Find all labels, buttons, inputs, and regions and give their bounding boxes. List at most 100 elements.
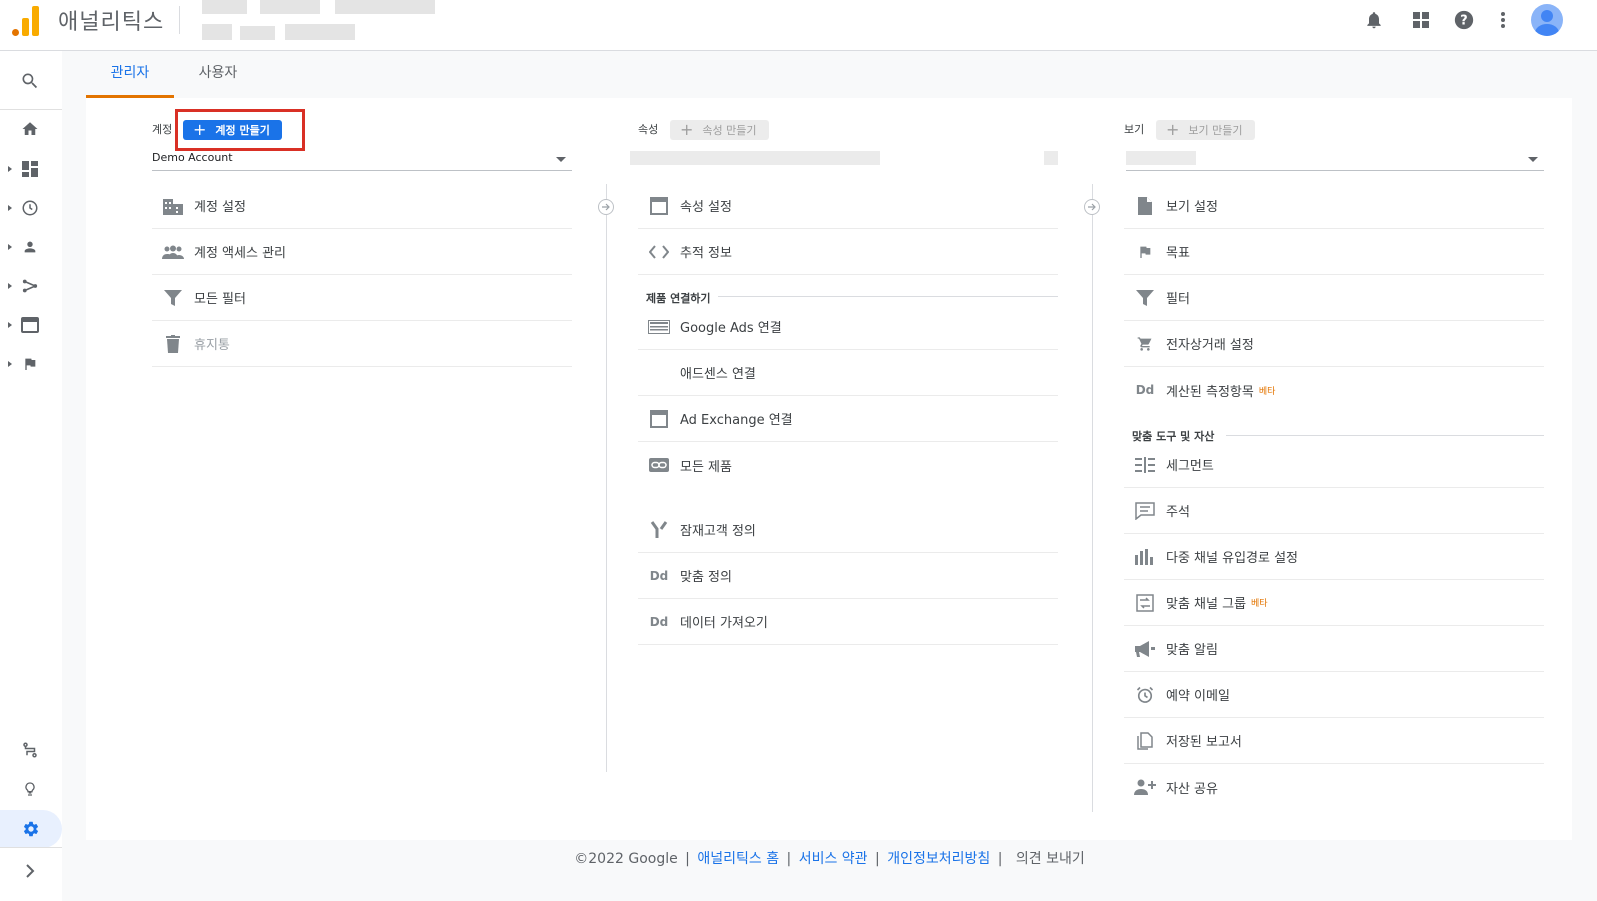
channel-group-icon bbox=[1124, 593, 1166, 612]
admin-panel: 계정 + 계정 만들기 Demo Account 계정 설정 계정 액세스 관리… bbox=[86, 98, 1572, 840]
attribution-icon[interactable] bbox=[14, 734, 46, 766]
person-icon[interactable] bbox=[14, 231, 46, 263]
mcf-settings-item[interactable]: 다중 채널 유입경로 설정 bbox=[1124, 534, 1544, 580]
custom-alerts-item[interactable]: 맞춤 알림 bbox=[1124, 626, 1544, 672]
all-products-item[interactable]: 모든 제품 bbox=[638, 442, 1058, 488]
expand-caret-icon[interactable] bbox=[8, 283, 12, 289]
view-selector[interactable] bbox=[1126, 151, 1544, 171]
account-access-item[interactable]: 계정 액세스 관리 bbox=[152, 229, 572, 275]
create-view-button[interactable]: + 보기 만들기 bbox=[1156, 120, 1255, 140]
people-icon bbox=[152, 245, 194, 259]
dashboard-icon[interactable] bbox=[14, 153, 46, 185]
property-settings-item[interactable]: 속성 설정 bbox=[638, 183, 1058, 229]
account-selector[interactable]: Demo Account bbox=[152, 151, 572, 171]
bell-icon[interactable] bbox=[1363, 9, 1385, 31]
account-settings-item[interactable]: 계정 설정 bbox=[152, 183, 572, 229]
expand-caret-icon[interactable] bbox=[8, 322, 12, 328]
tracking-info-item[interactable]: 추적 정보 bbox=[638, 229, 1058, 275]
more-vert-icon[interactable] bbox=[1492, 9, 1514, 31]
expand-caret-icon[interactable] bbox=[8, 244, 12, 250]
flag-icon bbox=[1124, 243, 1166, 261]
saved-reports-item[interactable]: 저장된 보고서 bbox=[1124, 718, 1544, 764]
app-title[interactable]: 애널리틱스 bbox=[58, 4, 164, 36]
data-import-item[interactable]: Dd 데이터 가져오기 bbox=[638, 599, 1058, 645]
scheduled-emails-item[interactable]: 예약 이메일 bbox=[1124, 672, 1544, 718]
property-selector[interactable] bbox=[630, 151, 1058, 171]
annotations-item[interactable]: 주석 bbox=[1124, 488, 1544, 534]
section-divider bbox=[1226, 435, 1544, 436]
window-icon bbox=[638, 196, 680, 215]
file-icon bbox=[1124, 196, 1166, 215]
segments-item[interactable]: 세그먼트 bbox=[1124, 442, 1544, 488]
home-icon[interactable] bbox=[14, 113, 46, 145]
ecommerce-settings-item[interactable]: 전자상거래 설정 bbox=[1124, 321, 1544, 367]
expand-caret-icon[interactable] bbox=[8, 205, 12, 211]
arrow-right-icon bbox=[1084, 199, 1100, 215]
google-ads-link-item[interactable]: Google Ads 연결 bbox=[638, 304, 1058, 350]
svg-text:?: ? bbox=[1460, 14, 1467, 29]
property-column-label: 속성 bbox=[638, 123, 659, 136]
top-bar: 애널리틱스 ? bbox=[0, 0, 1597, 51]
beta-badge: 베타 bbox=[1251, 599, 1268, 609]
blurred-view-name bbox=[1126, 151, 1196, 165]
segment-icon bbox=[1124, 456, 1166, 473]
analytics-logo-icon[interactable] bbox=[12, 4, 40, 36]
privacy-link[interactable]: 개인정보처리방침 bbox=[887, 851, 990, 867]
ads-icon bbox=[638, 319, 680, 334]
behavior-icon[interactable] bbox=[14, 309, 46, 341]
acquisition-icon[interactable] bbox=[14, 270, 46, 302]
caret-down-icon bbox=[1528, 157, 1538, 162]
plus-icon: + bbox=[680, 120, 694, 139]
create-property-button[interactable]: + 속성 만들기 bbox=[670, 120, 769, 140]
feedback-link[interactable]: 의견 보내기 bbox=[1016, 851, 1085, 867]
copyright: ©2022 Google bbox=[574, 851, 678, 867]
arrow-right-icon bbox=[598, 199, 614, 215]
lightbulb-icon[interactable] bbox=[14, 773, 46, 805]
expand-caret-icon[interactable] bbox=[8, 361, 12, 367]
window-icon bbox=[638, 409, 680, 428]
megaphone-icon bbox=[1124, 640, 1166, 657]
title-divider bbox=[179, 6, 180, 34]
view-filters-item[interactable]: 필터 bbox=[1124, 275, 1544, 321]
view-column-label: 보기 bbox=[1124, 123, 1145, 136]
cart-icon bbox=[1124, 336, 1166, 352]
share-assets-item[interactable]: 자산 공유 bbox=[1124, 764, 1544, 810]
calculated-metrics-item[interactable]: Dd 계산된 측정항목 베타 bbox=[1124, 367, 1544, 413]
custom-channel-grouping-item[interactable]: 맞춤 채널 그룹 베타 bbox=[1124, 580, 1544, 626]
analytics-home-link[interactable]: 애널리틱스 홈 bbox=[697, 851, 779, 867]
apps-grid-icon[interactable] bbox=[1410, 9, 1432, 31]
view-settings-item[interactable]: 보기 설정 bbox=[1124, 183, 1544, 229]
trash-icon bbox=[152, 334, 194, 353]
trash-item[interactable]: 휴지통 bbox=[152, 321, 572, 367]
flag-icon[interactable] bbox=[14, 348, 46, 380]
account-column-label: 계정 bbox=[152, 123, 173, 136]
copy-icon bbox=[1124, 731, 1166, 750]
clock-icon[interactable] bbox=[14, 192, 46, 224]
comment-icon bbox=[1124, 501, 1166, 520]
filter-icon bbox=[1124, 289, 1166, 306]
bar-chart-icon bbox=[1124, 548, 1166, 565]
left-nav bbox=[0, 51, 62, 901]
goals-item[interactable]: 목표 bbox=[1124, 229, 1544, 275]
search-icon[interactable] bbox=[14, 65, 46, 97]
custom-definitions-item[interactable]: Dd 맞춤 정의 bbox=[638, 553, 1058, 599]
all-filters-item[interactable]: 모든 필터 bbox=[152, 275, 572, 321]
section-divider bbox=[718, 296, 1058, 297]
chevron-right-icon[interactable] bbox=[14, 855, 46, 887]
ad-exchange-link-item[interactable]: Ad Exchange 연결 bbox=[638, 396, 1058, 442]
help-icon[interactable]: ? bbox=[1453, 9, 1475, 31]
tab-admin[interactable]: 관리자 bbox=[86, 51, 174, 98]
person-add-icon bbox=[1124, 779, 1166, 795]
audience-definitions-item[interactable]: 잠재고객 정의 bbox=[638, 507, 1058, 553]
blurred-property-caret bbox=[1044, 151, 1058, 165]
adsense-link-item[interactable]: 애드센스 연결 bbox=[638, 350, 1058, 396]
account-picker-blurred[interactable] bbox=[190, 0, 448, 45]
nav-divider bbox=[0, 847, 62, 848]
terms-link[interactable]: 서비스 약관 bbox=[799, 851, 868, 867]
user-avatar[interactable] bbox=[1531, 4, 1563, 36]
account-selected-value: Demo Account bbox=[152, 151, 233, 164]
link-icon bbox=[638, 458, 680, 472]
tab-users[interactable]: 사용자 bbox=[174, 51, 262, 98]
expand-caret-icon[interactable] bbox=[8, 166, 12, 172]
admin-gear-icon[interactable] bbox=[0, 810, 62, 848]
